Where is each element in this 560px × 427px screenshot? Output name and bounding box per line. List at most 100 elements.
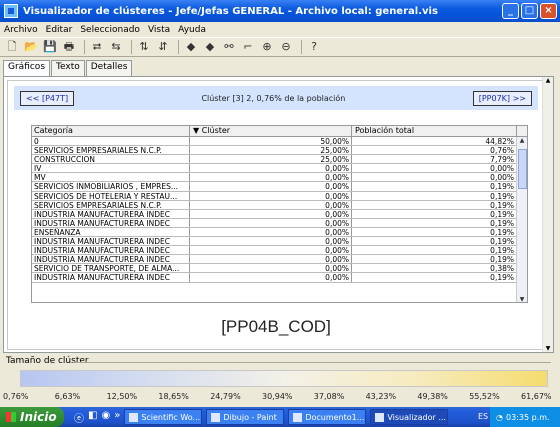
task-scientific[interactable]: Scientific Wo... bbox=[124, 409, 203, 425]
close-button[interactable]: × bbox=[540, 3, 557, 19]
cell-poblacion: 0,19% bbox=[352, 246, 517, 255]
menu-seleccionado[interactable]: Seleccionado bbox=[80, 25, 140, 35]
cell-categoria: INDUSTRIA MANUFACTURERA INDEC bbox=[32, 218, 190, 227]
app-icon bbox=[4, 4, 18, 18]
table-row[interactable]: INDUSTRIA MANUFACTURERA INDEC 0,00% 0,19% bbox=[32, 255, 527, 265]
table-scroll-thumb[interactable] bbox=[518, 149, 527, 189]
sort-asc-icon[interactable]: ⇅ bbox=[136, 39, 152, 55]
cell-categoria: SERVICIOS INMOBILIARIOS , EMPRES... bbox=[32, 182, 190, 191]
system-tray: ◔ 03:35 p.m. bbox=[490, 407, 560, 427]
next-variable-button[interactable]: [PP07K] >> bbox=[472, 90, 532, 106]
task-label: Visualizador ... bbox=[387, 412, 446, 422]
print-icon[interactable]: 🖶 bbox=[61, 39, 77, 55]
table-row[interactable]: SERVICIOS DE HOTELERIA Y RESTAU... 0,00% 0… bbox=[32, 191, 527, 201]
swap-icon[interactable]: ⇆ bbox=[108, 39, 124, 55]
task-visualizador[interactable]: Visualizador ... bbox=[370, 409, 449, 425]
prev-variable-button[interactable]: << [P47T] bbox=[20, 90, 75, 106]
table-scrollbar[interactable]: ▲ ▼ bbox=[516, 137, 527, 302]
cell-cluster: 0,00% bbox=[190, 255, 352, 264]
tab-detalles[interactable]: Detalles bbox=[85, 60, 133, 76]
menu-ayuda[interactable]: Ayuda bbox=[178, 25, 206, 35]
table-row[interactable]: SERVICIOS INMOBILIARIOS , EMPRES... 0,00%… bbox=[32, 182, 527, 192]
language-indicator[interactable]: ES bbox=[478, 412, 488, 421]
scroll-up-icon[interactable]: ▲ bbox=[517, 137, 527, 144]
variable-label: [PP04B_COD] bbox=[221, 317, 331, 336]
tab-texto[interactable]: Texto bbox=[51, 60, 85, 76]
table-row[interactable]: INDUSTRIA MANUFACTURERA INDEC 0,00% 0,19% bbox=[32, 273, 527, 283]
panel-scroll-up-icon[interactable]: ▲ bbox=[543, 77, 553, 84]
table-row[interactable]: SERVICIO DE TRANSPORTE, DE ALMA... 0,00% 0… bbox=[32, 264, 527, 274]
size-tick-label: 43,23% bbox=[365, 392, 397, 401]
cell-categoria: IV bbox=[32, 164, 190, 173]
size-tick-label: 0,76% bbox=[3, 392, 29, 401]
redo-icon[interactable]: ⮂ bbox=[89, 39, 105, 55]
overflow-icon[interactable]: » bbox=[114, 410, 120, 425]
taskbar: Inicio ⓔ ◧ ◉ » Scientific Wo... Dibujo -… bbox=[0, 407, 560, 427]
size-gradient bbox=[20, 370, 548, 387]
zoom-in-icon[interactable]: ⊕ bbox=[259, 39, 275, 55]
save-icon[interactable]: 💾 bbox=[42, 39, 58, 55]
column-header-cluster[interactable]: ▼ Clúster bbox=[190, 126, 352, 136]
diamond-right-icon[interactable]: ◆ bbox=[202, 39, 218, 55]
maximize-button[interactable]: □ bbox=[521, 3, 538, 19]
table-row[interactable]: INDUSTRIA MANUFACTURERA INDEC 0,00% 0,19% bbox=[32, 209, 527, 219]
ie-icon[interactable]: ⓔ bbox=[74, 410, 84, 425]
chart-icon[interactable]: ⌐ bbox=[240, 39, 256, 55]
start-button[interactable]: Inicio bbox=[0, 407, 64, 427]
table-body: 0 50,00% 44,82% SERVICIOS EMPRESARIALES N.C… bbox=[32, 137, 527, 283]
column-header-poblacion[interactable]: Población total bbox=[352, 126, 517, 136]
size-tick-label: 37,08% bbox=[313, 392, 345, 401]
panel-scrollbar[interactable]: ▲ ▼ bbox=[542, 77, 553, 352]
table-row[interactable]: SERVICIOS EMPRESARIALES N.C.P. 0,00% 0,19% bbox=[32, 200, 527, 210]
menu-vista[interactable]: Vista bbox=[148, 25, 170, 35]
column-header-categoria[interactable]: Categoría bbox=[32, 126, 190, 136]
table-row[interactable]: ENSEÑANZA 0,00% 0,19% bbox=[32, 227, 527, 238]
size-tick-label: 6,63% bbox=[54, 392, 81, 401]
task-label: Documento1... bbox=[305, 412, 365, 422]
table-row[interactable]: INDUSTRIA MANUFACTURERA INDEC 0,00% 0,19% bbox=[32, 237, 527, 247]
table-row[interactable]: MV 0,00% 0,00% bbox=[32, 173, 527, 183]
table-row[interactable]: 0 50,00% 44,82% bbox=[32, 137, 527, 147]
quick-launch: ⓔ ◧ ◉ » bbox=[74, 410, 120, 425]
cluster-view: << [P47T] Clúster [3] 2, 0,76% de la pob… bbox=[7, 80, 543, 350]
clock[interactable]: 03:35 p.m. bbox=[506, 413, 550, 422]
cell-poblacion: 0,19% bbox=[352, 237, 517, 246]
cell-categoria: SERVICIO DE TRANSPORTE, DE ALMA... bbox=[32, 264, 190, 273]
size-ticks: 0,76% 6,63% 12,50% 18,65% 24,79% 30,94% 37,08%… bbox=[3, 392, 554, 402]
cell-cluster: 0,00% bbox=[190, 200, 352, 210]
diamond-left-icon[interactable]: ◆ bbox=[183, 39, 199, 55]
task-paint[interactable]: Dibujo - Paint bbox=[206, 409, 285, 425]
app-icon bbox=[129, 412, 139, 422]
title-bar: Visualizador de clústeres - Jefe/Jefas G… bbox=[0, 0, 560, 22]
cell-cluster: 0,00% bbox=[190, 191, 352, 201]
cell-poblacion: 0,19% bbox=[352, 255, 517, 264]
cell-cluster: 50,00% bbox=[190, 137, 352, 146]
table-row[interactable]: CONSTRUCCION 25,00% 7,79% bbox=[32, 155, 527, 165]
cell-cluster: 25,00% bbox=[190, 146, 352, 155]
size-tick-label: 30,94% bbox=[262, 392, 293, 401]
menu-editar[interactable]: Editar bbox=[46, 25, 73, 35]
table-row[interactable]: INDUSTRIA MANUFACTURERA INDEC 0,00% 0,19% bbox=[32, 218, 527, 228]
table-row[interactable]: SERVICIOS EMPRESARIALES N.C.P. 25,00% 0,76… bbox=[32, 146, 527, 156]
scroll-down-icon[interactable]: ▼ bbox=[517, 296, 527, 302]
cell-poblacion: 0,19% bbox=[352, 273, 517, 282]
zoom-out-icon[interactable]: ⊖ bbox=[278, 39, 294, 55]
desktop-icon[interactable]: ◧ bbox=[88, 410, 97, 425]
new-icon[interactable]: 🗋 bbox=[4, 39, 20, 55]
tab-graficos[interactable]: Gráficos bbox=[3, 60, 51, 77]
table-row[interactable]: INDUSTRIA MANUFACTURERA INDEC 0,00% 0,19% bbox=[32, 246, 527, 256]
binoculars-icon[interactable]: ⚯ bbox=[221, 39, 237, 55]
table-row[interactable]: IV 0,00% 0,00% bbox=[32, 164, 527, 174]
windows-logo-icon bbox=[6, 412, 16, 422]
panel-scroll-down-icon[interactable]: ▼ bbox=[543, 345, 553, 352]
minimize-button[interactable]: _ bbox=[502, 3, 519, 19]
help-icon[interactable]: ? bbox=[306, 39, 322, 55]
open-icon[interactable]: 📂 bbox=[23, 39, 39, 55]
task-word[interactable]: Documento1... bbox=[288, 409, 367, 425]
size-tick-label: 12,50% bbox=[106, 392, 138, 401]
cell-cluster: 0,00% bbox=[190, 246, 352, 255]
media-icon[interactable]: ◉ bbox=[101, 410, 110, 425]
menu-archivo[interactable]: Archivo bbox=[4, 25, 38, 35]
cluster-nav: << [P47T] Clúster [3] 2, 0,76% de la pob… bbox=[14, 86, 538, 110]
sort-desc-icon[interactable]: ⇵ bbox=[155, 39, 171, 55]
